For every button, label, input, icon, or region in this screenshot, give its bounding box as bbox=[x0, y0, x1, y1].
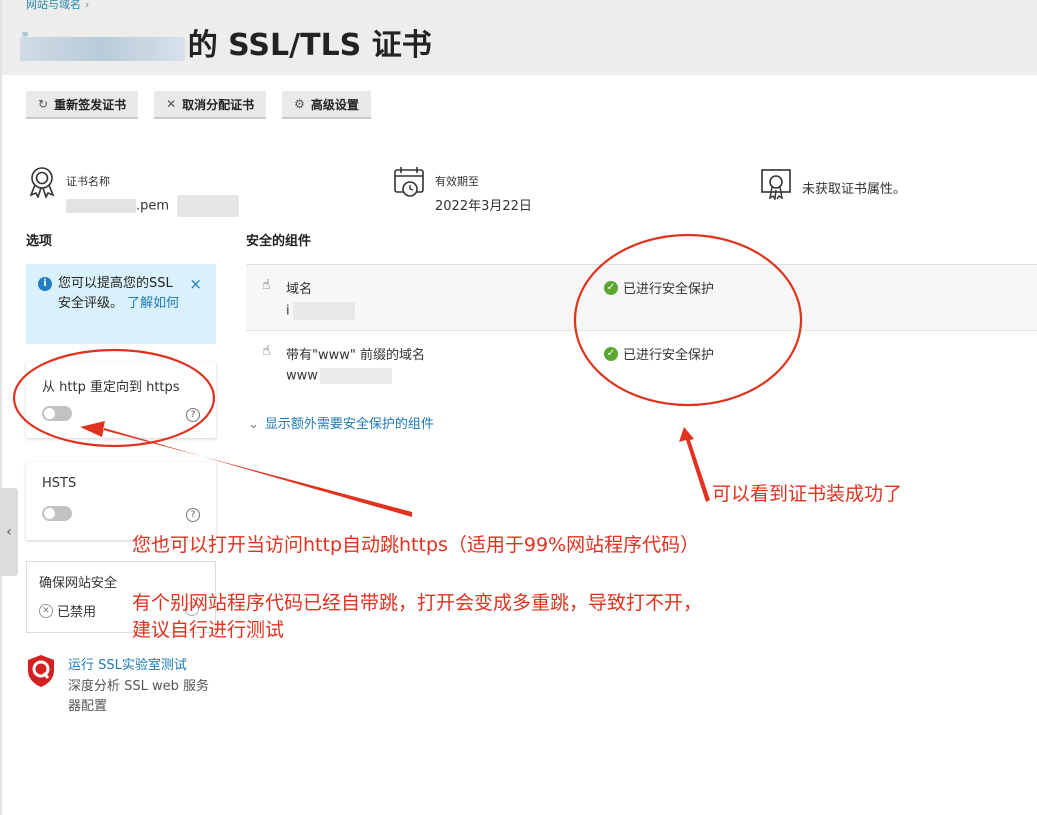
page-title: i.......com的 SSL/TLS 证书 bbox=[20, 20, 432, 64]
calendar-clock-icon bbox=[394, 167, 424, 197]
table-row: ☝ 带有"www" 前缀的域名 www ✓ 已进行安全保护 bbox=[246, 330, 1037, 396]
help-icon[interactable]: ? bbox=[186, 508, 200, 522]
options-title: 选项 bbox=[26, 234, 53, 249]
cert-name-value: .pem bbox=[66, 195, 240, 217]
annotation-warning-line1: 有个别网站程序代码已经自带跳，打开会变成多重跳，导致打不开， bbox=[132, 592, 703, 614]
component-value: i bbox=[286, 302, 355, 320]
component-status: ✓ 已进行安全保护 bbox=[604, 344, 714, 363]
components-title: 安全的组件 bbox=[246, 234, 312, 249]
certificate-ribbon-icon bbox=[761, 169, 791, 200]
learn-more-link[interactable]: 了解如何 bbox=[127, 296, 179, 311]
hand-pointer-icon: ☝ bbox=[262, 277, 271, 293]
refresh-icon: ↻ bbox=[38, 97, 49, 111]
info-banner: i 您可以提高您的SSL 安全评级。 了解如何 × bbox=[26, 264, 216, 344]
page-header: 网站与域名 › i.......com的 SSL/TLS 证书 bbox=[2, 0, 1037, 75]
help-icon[interactable]: ? bbox=[186, 408, 200, 422]
hsts-toggle[interactable] bbox=[42, 506, 72, 521]
domain-link[interactable]: i.......com bbox=[20, 28, 185, 63]
cert-props-text: 未获取证书属性。 bbox=[802, 182, 907, 197]
expiry-label: 有效期至 bbox=[435, 175, 479, 188]
ssl-lab-desc: 深度分析 SSL web 服务器配置 bbox=[68, 679, 210, 714]
redirect-option-card: 从 http 重定向到 https ? bbox=[26, 362, 216, 438]
component-value: www bbox=[286, 368, 392, 384]
annotation-arrow-status bbox=[679, 427, 710, 502]
chevron-down-icon: ⌄ bbox=[248, 417, 259, 432]
unassign-button[interactable]: ✕ 取消分配证书 bbox=[154, 91, 267, 119]
reissue-button[interactable]: ↻ 重新签发证书 bbox=[26, 91, 139, 119]
show-more-components-link[interactable]: ⌄ 显示额外需要安全保护的组件 bbox=[248, 413, 434, 432]
breadcrumb[interactable]: 网站与域名 › bbox=[26, 0, 89, 12]
advanced-settings-button[interactable]: ⚙ 高级设置 bbox=[282, 91, 371, 119]
sidebar-collapse-tab[interactable]: ‹ bbox=[0, 488, 18, 576]
component-status: ✓ 已进行安全保护 bbox=[604, 278, 714, 297]
ssl-lab-block: 运行 SSL实验室测试 深度分析 SSL web 服务器配置 bbox=[26, 654, 220, 717]
component-name: 域名 bbox=[286, 282, 313, 297]
table-row: ☝ 域名 i ✓ 已进行安全保护 bbox=[246, 264, 1037, 330]
redirect-label: 从 http 重定向到 https bbox=[42, 380, 180, 395]
check-circle-icon: ✓ bbox=[604, 280, 618, 295]
chevron-right-icon: › bbox=[85, 0, 90, 11]
toolbar: ↻ 重新签发证书 ✕ 取消分配证书 ⚙ 高级设置 bbox=[26, 91, 371, 119]
annotation-success: 可以看到证书装成功了 bbox=[712, 483, 903, 505]
certificate-badge-icon bbox=[29, 167, 55, 198]
components-table: ☝ 域名 i ✓ 已进行安全保护 ☝ 带有"www" 前缀的域名 www ✓ 已进行… bbox=[246, 264, 1037, 396]
info-icon: i bbox=[38, 277, 52, 291]
check-circle-icon: ✓ bbox=[604, 346, 618, 361]
cert-name-label: 证书名称 bbox=[66, 175, 110, 188]
close-icon[interactable]: × bbox=[189, 274, 202, 294]
page-title-text: 的 SSL/TLS 证书 bbox=[187, 28, 432, 63]
ssl-lab-link[interactable]: 运行 SSL实验室测试 bbox=[68, 654, 220, 673]
redirect-toggle[interactable] bbox=[42, 406, 72, 421]
annotation-warning-line2: 建议自行进行测试 bbox=[132, 619, 285, 641]
expiry-value: 2022年3月22日 bbox=[435, 199, 532, 214]
hand-pointer-icon: ☝ bbox=[262, 343, 271, 359]
cert-props-block: 未获取证书属性。 bbox=[760, 168, 906, 200]
left-border bbox=[0, 0, 2, 815]
close-icon: ✕ bbox=[166, 97, 177, 111]
hsts-label: HSTS bbox=[42, 476, 77, 491]
disabled-icon: ✕ bbox=[39, 603, 53, 618]
cert-name-block: 证书名称 .pem bbox=[28, 166, 240, 217]
hsts-option-card: HSTS ? bbox=[26, 462, 216, 540]
annotation-redirect-tip: 您也可以打开当访问http自动跳https（适用于99%网站程序代码） bbox=[132, 534, 700, 556]
qualys-shield-icon bbox=[28, 655, 54, 687]
breadcrumb-link[interactable]: 网站与域名 bbox=[26, 0, 81, 11]
cert-expiry-block: 有效期至 2022年3月22日 bbox=[393, 166, 532, 214]
gear-icon: ⚙ bbox=[294, 97, 305, 111]
component-name: 带有"www" 前缀的域名 bbox=[286, 348, 425, 363]
